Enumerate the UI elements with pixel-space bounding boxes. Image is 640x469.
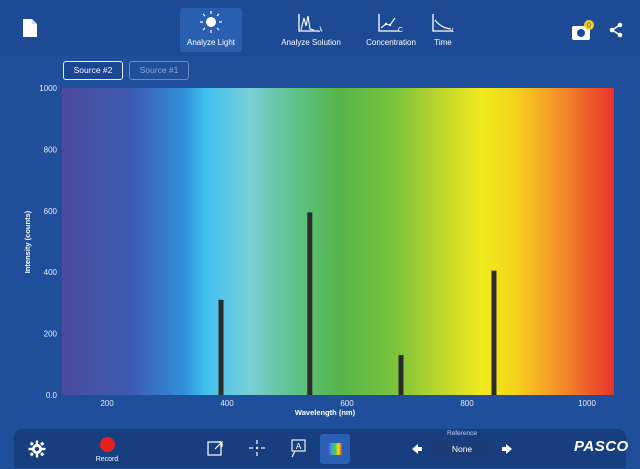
- reference-label: Reference: [447, 430, 477, 437]
- spectral-line-bar: [218, 299, 224, 395]
- spectrum-color-icon: [328, 443, 342, 455]
- x-tick-label: 200: [100, 399, 114, 408]
- svg-text:A: A: [296, 442, 302, 451]
- x-tick-label: 1000: [578, 399, 596, 408]
- reference-previous-arrow-icon[interactable]: [411, 442, 423, 460]
- reference-select[interactable]: None: [431, 439, 493, 460]
- spectrum-background: [62, 88, 614, 395]
- spectrum-chart[interactable]: 0.0 200 400 600 800 1000 200 400 600 800 1000 Wav…: [0, 0, 640, 425]
- y-tick-label: 600: [44, 207, 58, 216]
- pasco-logo: PASCO: [574, 438, 629, 455]
- record-icon: [99, 437, 115, 452]
- y-axis-title: Intensity (counts): [23, 210, 32, 273]
- x-tick-label: 800: [460, 399, 474, 408]
- crosshair-icon[interactable]: [248, 439, 268, 459]
- x-tick-label: 600: [340, 399, 354, 408]
- bottom-toolbar: Record A Reference None PASCO: [14, 429, 629, 468]
- spectrum-view-button[interactable]: [320, 434, 350, 464]
- y-tick-label: 0.0: [46, 391, 58, 400]
- record-label: Record: [95, 456, 119, 463]
- x-axis-title: Wavelength (nm): [295, 408, 356, 417]
- y-tick-label: 200: [44, 330, 58, 339]
- y-tick-label: 400: [44, 268, 58, 277]
- y-tick-label: 1000: [39, 84, 57, 93]
- spectral-line-bar: [398, 355, 404, 395]
- spectral-line-bar: [491, 270, 497, 395]
- scale-to-fit-icon[interactable]: [206, 439, 226, 459]
- annotation-icon[interactable]: A: [290, 439, 310, 459]
- reference-next-arrow-icon[interactable]: [501, 442, 513, 460]
- gear-icon[interactable]: [28, 440, 46, 458]
- spectral-line-bar: [307, 212, 313, 395]
- x-tick-label: 400: [220, 399, 234, 408]
- record-button[interactable]: Record: [92, 437, 122, 463]
- y-tick-label: 800: [44, 145, 58, 154]
